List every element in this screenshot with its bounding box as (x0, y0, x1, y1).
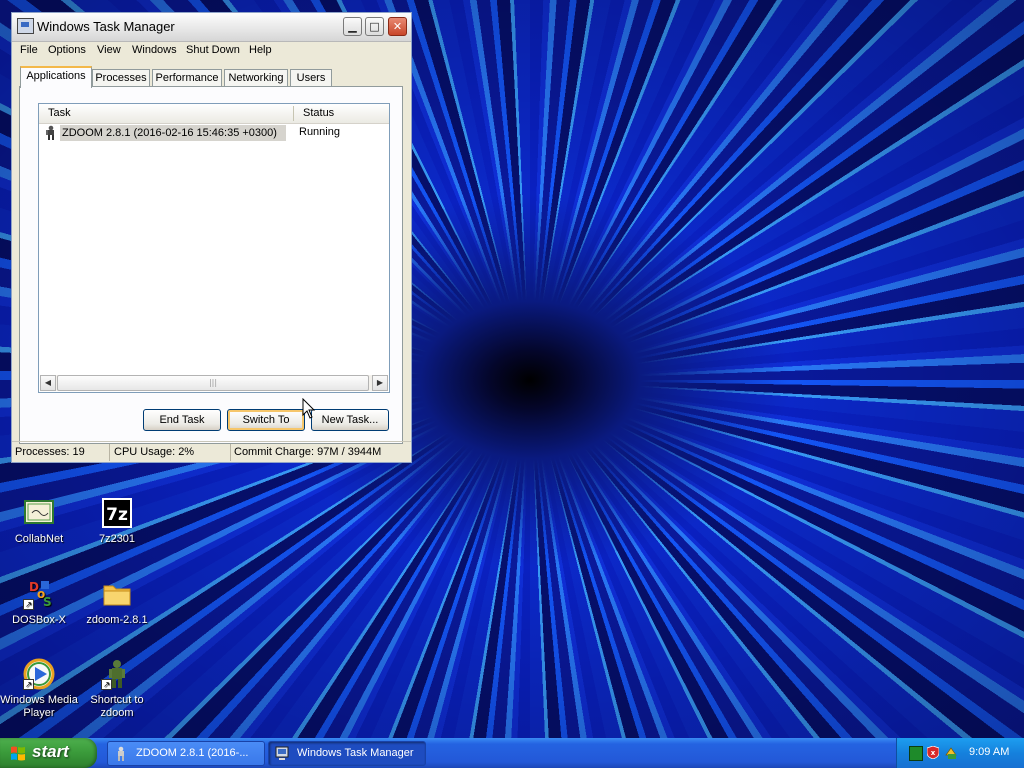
minimize-button[interactable]: ▁ (343, 17, 362, 36)
menu-view[interactable]: View (97, 44, 121, 56)
column-header-task[interactable]: Task (48, 107, 71, 119)
close-icon: ✕ (392, 20, 403, 33)
menu-options[interactable]: Options (48, 44, 86, 56)
media-player-icon: ↗ (23, 658, 55, 690)
desktop-icon-label: Shortcut to zdoom (90, 694, 144, 719)
arrow-left-icon: ◀ (44, 378, 52, 387)
status-cpu-usage: CPU Usage: 2% (111, 444, 231, 461)
desktop-icon-label: DOSBox-X (12, 614, 66, 626)
status-commit-charge: Commit Charge: 97M / 3944M (234, 446, 382, 458)
desktop-icon-label: CollabNet (14, 533, 64, 545)
switch-to-button[interactable]: Switch To (227, 409, 305, 431)
tab-strip: Applications Processes Performance Netwo… (19, 66, 409, 88)
desktop-icon-label: zdoom-2.8.1 (86, 614, 148, 626)
task-name: ZDOOM 2.8.1 (2016-02-16 15:46:35 +0300) (60, 125, 286, 141)
title-bar[interactable]: Windows Task Manager ▁ □ ✕ (12, 13, 411, 42)
7zip-icon: 7z (101, 497, 133, 529)
scroll-right-button[interactable]: ▶ (372, 375, 388, 391)
shortcut-arrow-icon: ↗ (23, 599, 34, 610)
taskbar-button-label: ZDOOM 2.8.1 (2016-... (136, 747, 249, 759)
scroll-left-button[interactable]: ◀ (40, 375, 56, 391)
desktop-icon-collabnet[interactable]: CollabNet (0, 497, 78, 546)
menu-shut-down[interactable]: Shut Down (186, 44, 240, 56)
table-row[interactable]: ZDOOM 2.8.1 (2016-02-16 15:46:35 +0300) … (39, 124, 389, 142)
clock[interactable]: 9:09 AM (969, 746, 1009, 758)
certificate-icon (23, 497, 55, 529)
taskbar-button-zdoom[interactable]: ZDOOM 2.8.1 (2016-... (107, 741, 265, 766)
new-task-button[interactable]: New Task... (311, 409, 389, 431)
task-list[interactable]: Task Status ZDOOM 2.8.1 (2016-02-16 15:4… (38, 103, 390, 393)
arrow-right-icon: ▶ (376, 378, 384, 387)
update-icon[interactable] (945, 746, 957, 759)
tab-processes[interactable]: Processes (92, 69, 150, 86)
end-task-button[interactable]: End Task (143, 409, 221, 431)
menu-file[interactable]: File (20, 44, 38, 56)
status-processes: Processes: 19 (12, 444, 110, 461)
desktop-icon-7z2301[interactable]: 7z 7z2301 (78, 497, 156, 546)
menu-help[interactable]: Help (249, 44, 272, 56)
system-tray: x 9:09 AM (896, 738, 1024, 768)
security-shield-icon[interactable]: x (927, 746, 939, 759)
svg-text:S: S (43, 595, 52, 609)
applications-panel: Task Status ZDOOM 2.8.1 (2016-02-16 15:4… (19, 86, 403, 444)
maximize-icon: □ (369, 20, 380, 33)
status-bar: Processes: 19 CPU Usage: 2% Commit Charg… (12, 441, 411, 463)
desktop-icon-dosbox[interactable]: D o S ↗ DOSBox-X (0, 578, 78, 627)
svg-text:x: x (931, 749, 936, 757)
desktop-icon-zdoom-folder[interactable]: zdoom-2.8.1 (78, 578, 156, 627)
taskbar-button-task-manager[interactable]: Windows Task Manager (268, 741, 426, 766)
column-divider[interactable] (293, 106, 294, 121)
menu-windows[interactable]: Windows (132, 44, 177, 56)
tab-applications[interactable]: Applications (20, 66, 92, 88)
mouse-cursor-icon (302, 398, 316, 419)
minimize-icon: ▁ (348, 20, 357, 33)
shortcut-arrow-icon: ↗ (101, 679, 112, 690)
shortcut-arrow-icon: ↗ (23, 679, 34, 690)
desktop-icon-label: 7z2301 (98, 533, 136, 545)
grip-icon: ||| (208, 378, 218, 387)
close-button[interactable]: ✕ (388, 17, 407, 36)
svg-text:7z: 7z (106, 505, 128, 525)
network-icon[interactable] (909, 746, 923, 761)
folder-icon (101, 578, 133, 610)
task-manager-icon (17, 18, 34, 34)
taskbar-button-label: Windows Task Manager (297, 747, 414, 759)
task-manager-icon (275, 746, 289, 760)
task-manager-window[interactable]: Windows Task Manager ▁ □ ✕ File Options … (11, 12, 412, 463)
horizontal-scrollbar[interactable]: ◀ ||| ▶ (40, 375, 388, 391)
window-title: Windows Task Manager (37, 19, 175, 34)
tab-networking[interactable]: Networking (224, 69, 288, 86)
desktop-icon-zdoom-shortcut[interactable]: ↗ Shortcut to zdoom (78, 658, 156, 720)
desktop-icon-label: Windows Media Player (0, 694, 78, 719)
taskbar: start ZDOOM 2.8.1 (2016-... Windows Task… (0, 738, 1024, 768)
windows-logo-icon (11, 746, 25, 761)
list-header: Task Status (39, 104, 389, 124)
start-label: start (32, 742, 69, 761)
doom-marine-icon (46, 125, 54, 140)
column-header-status[interactable]: Status (303, 107, 334, 119)
dosbox-icon: D o S ↗ (23, 578, 55, 610)
tab-users[interactable]: Users (290, 69, 332, 86)
scroll-thumb[interactable]: ||| (57, 375, 369, 391)
doom-marine-icon: ↗ (101, 658, 133, 690)
task-cell: ZDOOM 2.8.1 (2016-02-16 15:46:35 +0300) (43, 125, 287, 141)
menu-bar: File Options View Windows Shut Down Help (12, 41, 411, 60)
tab-performance[interactable]: Performance (152, 69, 222, 86)
desktop-icon-wmp[interactable]: ↗ Windows Media Player (0, 658, 78, 720)
maximize-button[interactable]: □ (365, 17, 384, 36)
task-status: Running (299, 126, 340, 138)
doom-marine-icon (118, 746, 124, 761)
start-button[interactable]: start (0, 738, 97, 768)
